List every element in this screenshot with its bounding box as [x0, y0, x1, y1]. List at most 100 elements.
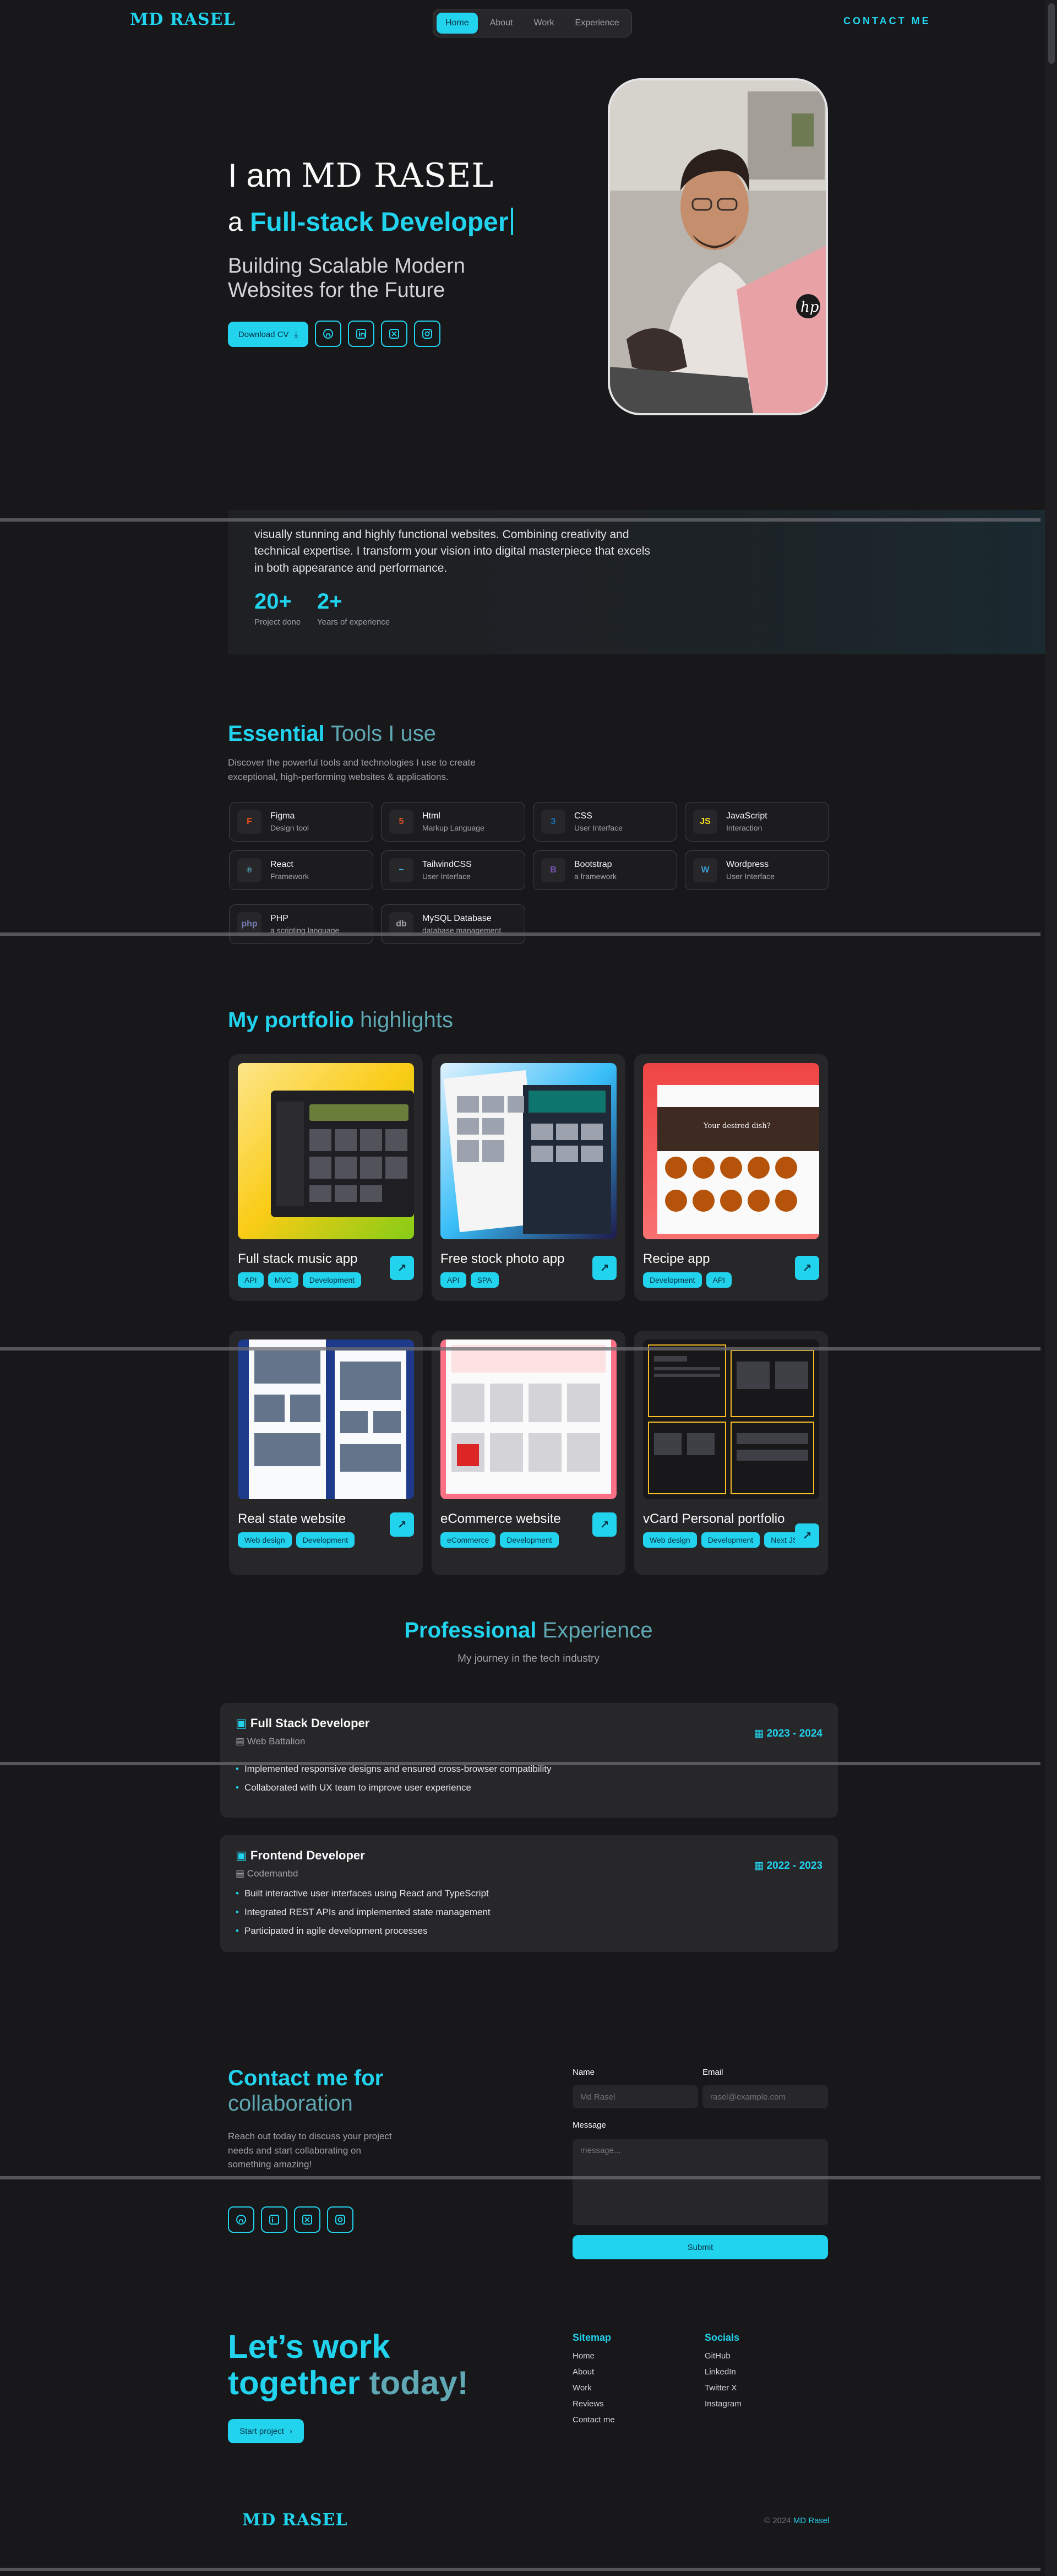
portfolio-title-recipe: Recipe app	[643, 1251, 710, 1266]
tag: API	[440, 1272, 466, 1288]
nav-experience[interactable]: Experience	[566, 13, 628, 34]
portfolio-card-real-estate[interactable]: Real state website Web design Development…	[229, 1331, 423, 1575]
sitemap-link-work[interactable]: Work	[573, 2383, 615, 2393]
message-label: Message	[573, 2121, 606, 2130]
open-project-arrow-icon[interactable]: ↗	[390, 1256, 414, 1280]
job-role: ▣ Frontend Developer	[236, 1848, 365, 1862]
site-logo[interactable]: MD RASEL	[130, 10, 236, 29]
scrollbar-thumb[interactable]	[1048, 3, 1055, 64]
copyright-year: © 2024	[764, 2516, 791, 2525]
nav-contact-link[interactable]: CONTACT ME	[843, 15, 931, 27]
open-project-arrow-icon[interactable]: ↗	[592, 1256, 617, 1280]
tool-card: php PHP a scripting language	[229, 904, 373, 944]
contact-description: Reach out today to discuss your project …	[228, 2129, 392, 2172]
hero-subtitle-line2: Websites for the Future	[228, 278, 445, 302]
tag: Development	[643, 1272, 702, 1288]
stat-projects-number: 20+	[254, 589, 292, 614]
stock-photo-app-screenshot	[440, 1063, 617, 1239]
tool-card: db MySQL Database database management	[381, 904, 525, 944]
briefcase-icon: ▣	[236, 1716, 247, 1730]
social-link-twitter[interactable]: Twitter X	[705, 2383, 742, 2393]
github-icon[interactable]	[228, 2206, 254, 2233]
building-icon: ▤	[236, 1736, 245, 1747]
portfolio-card-stock-photo[interactable]: Free stock photo app API SPA ↗	[432, 1054, 625, 1301]
sitemap-link-reviews[interactable]: Reviews	[573, 2399, 615, 2409]
open-project-arrow-icon[interactable]: ↗	[795, 1523, 819, 1548]
tool-icon: W	[693, 858, 717, 882]
nav-home[interactable]: Home	[437, 13, 478, 34]
open-project-arrow-icon[interactable]: ↗	[795, 1256, 819, 1280]
about-text: visually stunning and highly functional …	[254, 527, 706, 577]
socials-title: Socials	[705, 2332, 740, 2343]
linkedin-icon[interactable]	[348, 321, 374, 347]
social-link-github[interactable]: GitHub	[705, 2351, 742, 2361]
tag: SPA	[470, 1272, 499, 1288]
tool-card: F Figma Design tool	[229, 802, 373, 842]
tool-text: PHP a scripting language	[270, 914, 339, 935]
message-textarea[interactable]	[573, 2139, 828, 2225]
sitemap-link-about[interactable]: About	[573, 2367, 615, 2377]
nav-work[interactable]: Work	[525, 13, 563, 34]
footer-cta-heading: Let’s work together today!	[228, 2329, 468, 2401]
instagram-icon[interactable]	[414, 321, 440, 347]
download-cv-button[interactable]: Download CV ⤓	[228, 322, 308, 347]
tag: Development	[302, 1272, 362, 1288]
divider	[0, 518, 1040, 522]
divider	[0, 2176, 1040, 2179]
portfolio-title-stock: Free stock photo app	[440, 1251, 565, 1266]
experience-subtitle: My journey in the tech industry	[457, 1653, 600, 1664]
social-link-linkedin[interactable]: LinkedIn	[705, 2367, 742, 2377]
footer-cta-line1: Let’s work	[228, 2328, 390, 2365]
footer-sitemap: Sitemap Home About Work Reviews Contact …	[573, 2332, 615, 2431]
portfolio-card-vcard[interactable]: vCard Personal portfolio Web design Devel…	[634, 1331, 828, 1575]
tags: API MVC Development	[238, 1267, 414, 1288]
tool-text: Html Markup Language	[422, 811, 484, 832]
start-project-button[interactable]: Start project ›	[228, 2419, 304, 2443]
open-project-arrow-icon[interactable]: ↗	[390, 1512, 414, 1537]
footer-logo[interactable]: MD RASEL	[242, 2510, 348, 2530]
tool-subtitle: Interaction	[726, 823, 762, 832]
tool-subtitle: User Interface	[574, 823, 623, 832]
tool-subtitle: User Interface	[422, 872, 471, 881]
social-link-instagram[interactable]: Instagram	[705, 2399, 742, 2409]
email-input[interactable]	[702, 2085, 828, 2108]
twitter-x-icon[interactable]	[294, 2206, 320, 2233]
download-cv-label: Download CV	[238, 329, 289, 339]
instagram-icon[interactable]	[327, 2206, 353, 2233]
twitter-x-icon[interactable]	[381, 321, 407, 347]
github-icon[interactable]	[315, 321, 341, 347]
sitemap-link-home[interactable]: Home	[573, 2351, 615, 2361]
tags: eCommerce Development	[440, 1527, 617, 1548]
start-project-label: Start project	[239, 2426, 284, 2436]
music-app-screenshot	[238, 1063, 414, 1239]
job-company: ▤ Web Battalion	[236, 1736, 306, 1747]
submit-button[interactable]: Submit	[573, 2235, 828, 2259]
sitemap-link-contact[interactable]: Contact me	[573, 2415, 615, 2425]
hero-role-prefix: a	[228, 208, 243, 237]
portfolio-card-ecommerce[interactable]: eCommerce website eCommerce Development ↗	[432, 1331, 625, 1575]
tool-text: CSS User Interface	[574, 811, 623, 832]
tool-text: JavaScript Interaction	[726, 811, 767, 832]
scrollbar[interactable]	[1045, 0, 1057, 2576]
tag: Development	[701, 1532, 760, 1548]
tool-name: Bootstrap	[574, 860, 612, 869]
portfolio-card-music[interactable]: Full stack music app API MVC Development ↗	[229, 1054, 423, 1301]
tool-text: TailwindCSS User Interface	[422, 860, 472, 881]
hero-name: MD RASEL	[301, 156, 494, 195]
footer-socials: Socials GitHub LinkedIn Twitter X Instag…	[705, 2332, 742, 2415]
linkedin-icon[interactable]	[261, 2206, 287, 2233]
nav-about[interactable]: About	[481, 13, 522, 34]
stat-experience-number: 2+	[317, 589, 342, 614]
portfolio-title: My portfolio highlights	[228, 1008, 453, 1033]
chevron-right-icon: ›	[289, 2426, 292, 2436]
open-project-arrow-icon[interactable]: ↗	[592, 1512, 617, 1537]
building-icon: ▤	[236, 1868, 245, 1879]
tools-title-b: Tools I use	[330, 722, 436, 746]
contact-desc-line3: something amazing!	[228, 2159, 312, 2170]
email-label: Email	[702, 2068, 723, 2077]
tag: API	[238, 1272, 264, 1288]
hero-subtitle: Building Scalable Modern Websites for th…	[228, 254, 465, 302]
name-input[interactable]	[573, 2085, 698, 2108]
portfolio-card-recipe[interactable]: Your desired dish? Recipe app Developmen…	[634, 1054, 828, 1301]
copyright-name: MD Rasel	[793, 2516, 830, 2525]
